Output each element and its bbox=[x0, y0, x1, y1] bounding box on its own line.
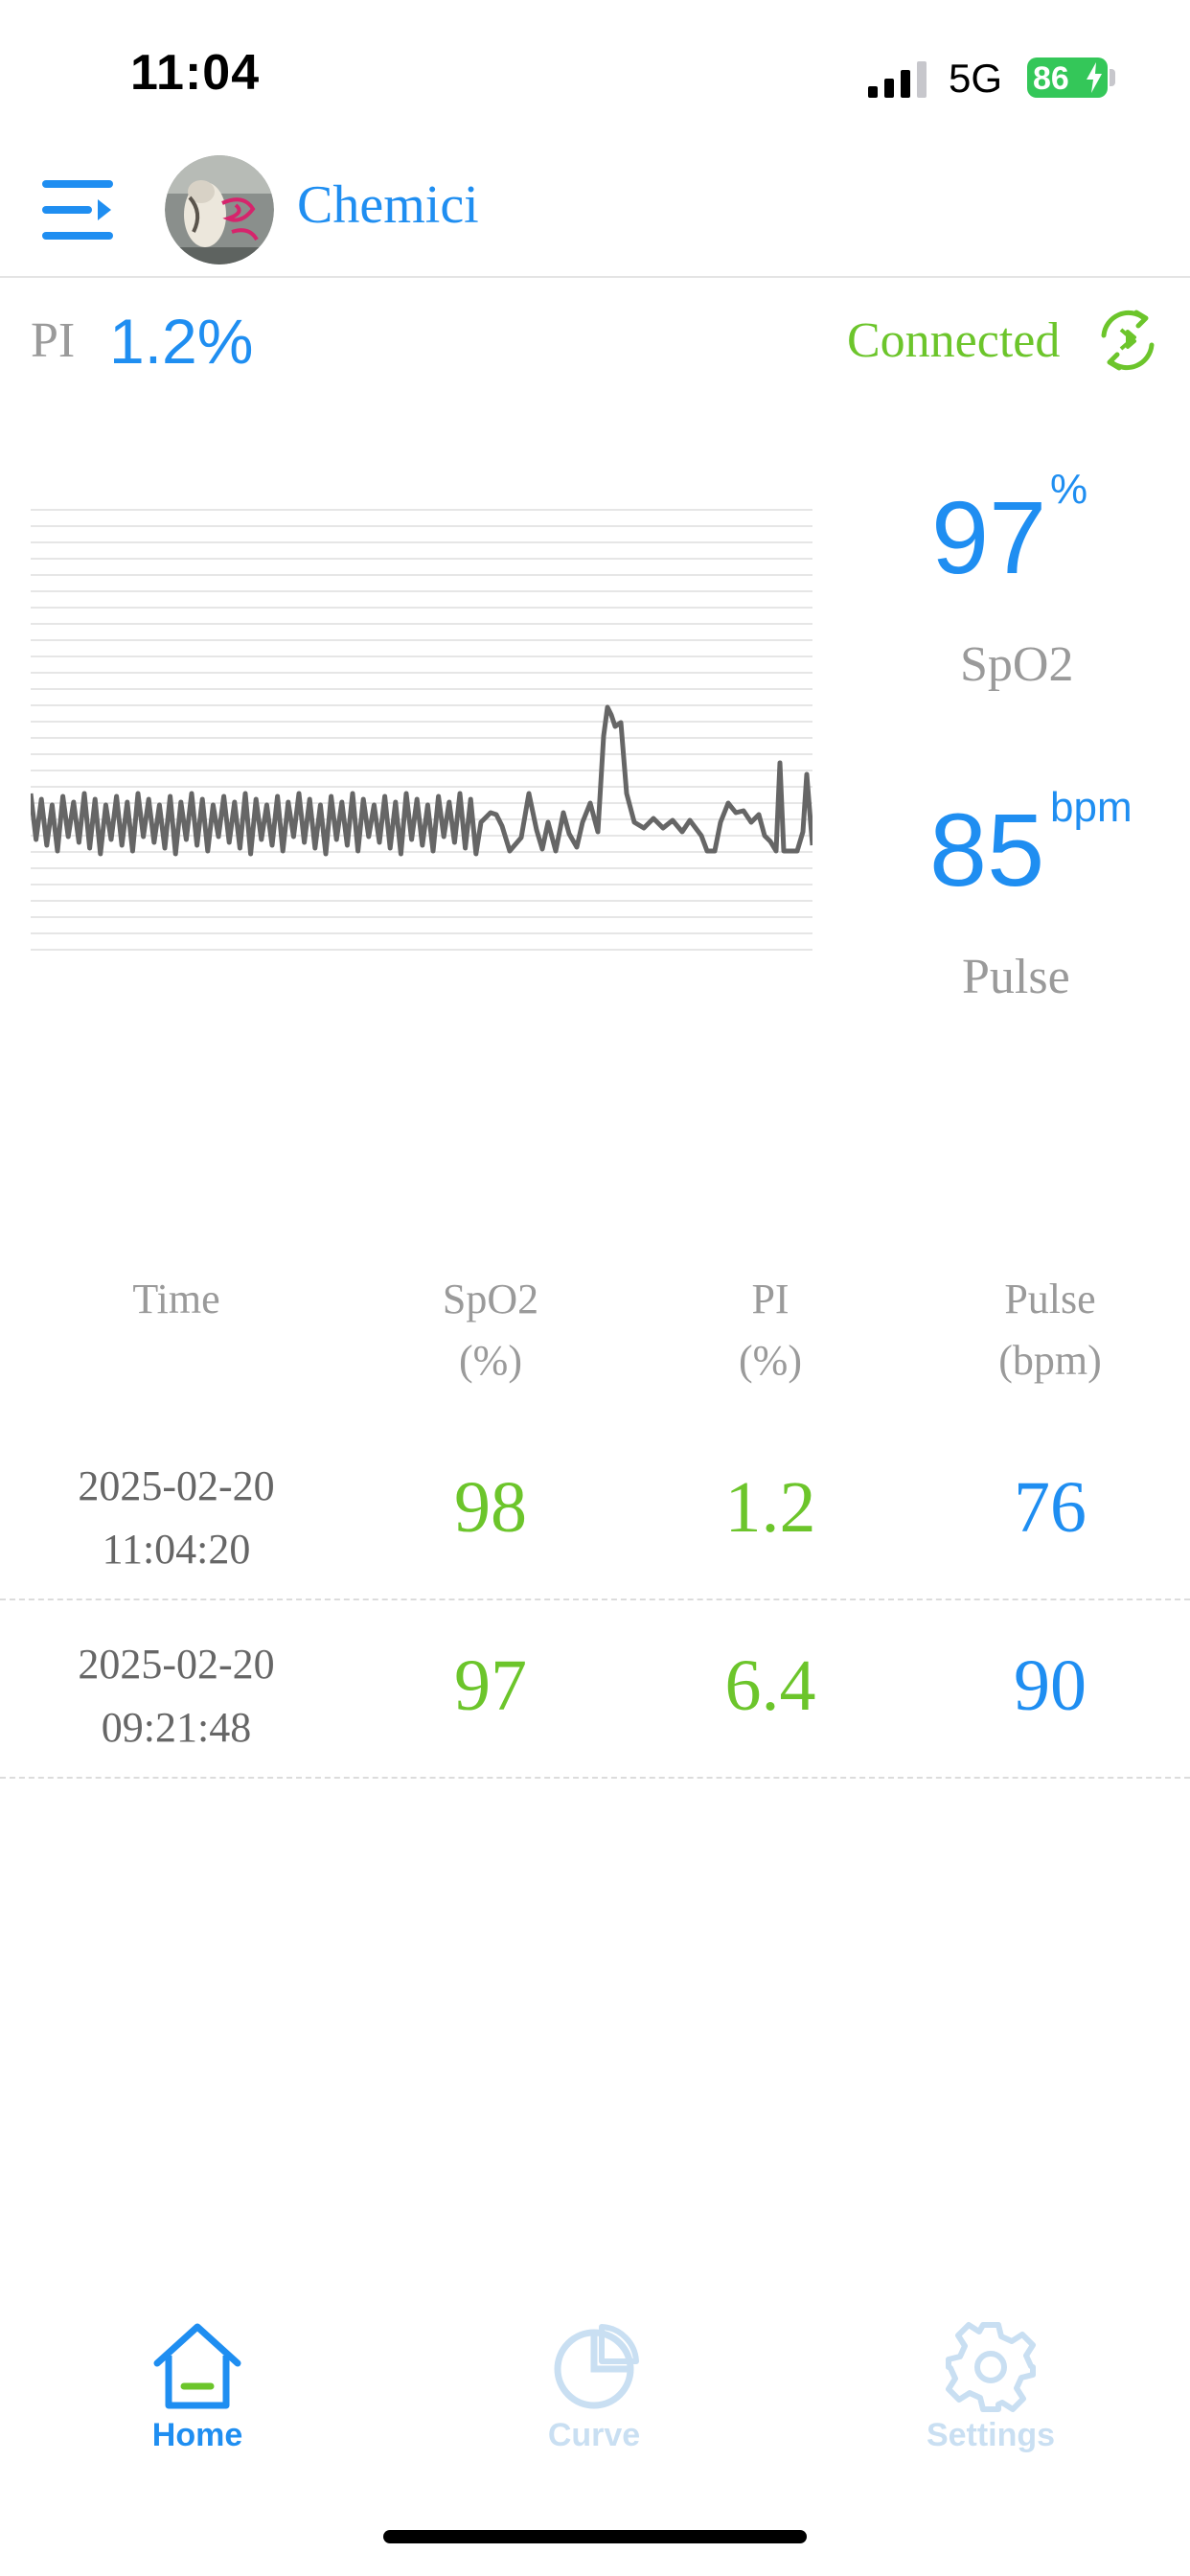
row-divider bbox=[0, 1598, 1190, 1600]
row-clock: 09:21:48 bbox=[101, 1704, 252, 1751]
row-time: 2025-02-20 09:21:48 bbox=[33, 1633, 320, 1760]
home-indicator bbox=[383, 2530, 807, 2543]
home-icon bbox=[153, 2323, 241, 2409]
column-header-title: PI bbox=[751, 1276, 790, 1322]
header-divider bbox=[0, 276, 1190, 278]
pie-chart-icon bbox=[554, 2324, 639, 2409]
waveform-trace bbox=[31, 704, 812, 857]
spo2-label: SpO2 bbox=[960, 637, 1074, 692]
pleth-waveform bbox=[31, 509, 812, 951]
spo2-unit: % bbox=[1050, 466, 1088, 513]
column-header-spo2: SpO2 (%) bbox=[376, 1269, 606, 1392]
spo2-value: 97 bbox=[931, 479, 1047, 595]
row-date: 2025-02-20 bbox=[78, 1462, 275, 1509]
column-header-unit: (%) bbox=[739, 1337, 802, 1384]
row-pulse: 90 bbox=[1014, 1645, 1087, 1726]
pulse-value: 85 bbox=[929, 792, 1045, 908]
row-spo2: 97 bbox=[454, 1645, 527, 1726]
column-header-unit: (bpm) bbox=[998, 1337, 1102, 1384]
menu-icon[interactable] bbox=[42, 176, 115, 243]
gear-icon bbox=[946, 2322, 1036, 2412]
connection-status: Connected bbox=[847, 313, 1061, 368]
charging-bolt-icon bbox=[1087, 62, 1102, 93]
battery-icon: 86 bbox=[1027, 58, 1108, 98]
row-clock: 11:04:20 bbox=[102, 1526, 251, 1573]
column-header-title: Pulse bbox=[1004, 1276, 1096, 1322]
column-header-unit: (%) bbox=[459, 1337, 522, 1384]
tab-label: Settings bbox=[926, 2417, 1056, 2453]
status-time: 11:04 bbox=[130, 45, 261, 101]
username: Chemici bbox=[297, 175, 479, 235]
row-divider bbox=[0, 1777, 1190, 1779]
signal-icon bbox=[868, 61, 927, 98]
row-pulse: 76 bbox=[1014, 1467, 1087, 1548]
column-header-pi: PI (%) bbox=[655, 1269, 885, 1392]
column-header-title: Time bbox=[132, 1276, 220, 1322]
row-pi: 6.4 bbox=[724, 1645, 816, 1726]
network-type: 5G bbox=[949, 56, 1003, 101]
column-header-title: SpO2 bbox=[442, 1276, 539, 1322]
avatar[interactable] bbox=[165, 155, 274, 264]
pulse-label: Pulse bbox=[962, 950, 1070, 1004]
row-pi: 1.2 bbox=[724, 1467, 816, 1548]
tab-label: Curve bbox=[547, 2417, 641, 2453]
pi-label: PI bbox=[31, 313, 76, 368]
row-date: 2025-02-20 bbox=[78, 1641, 275, 1688]
row-time: 2025-02-20 11:04:20 bbox=[33, 1455, 320, 1581]
column-header-pulse: Pulse (bpm) bbox=[935, 1269, 1165, 1392]
battery-level: 86 bbox=[1033, 60, 1069, 97]
tab-label: Home bbox=[151, 2417, 243, 2453]
pulse-unit: bpm bbox=[1050, 784, 1133, 831]
waveform-grid bbox=[31, 509, 812, 951]
row-spo2: 98 bbox=[454, 1467, 527, 1548]
battery-cap bbox=[1110, 69, 1115, 86]
pi-value: 1.2% bbox=[109, 306, 254, 377]
column-header-time: Time bbox=[61, 1269, 291, 1330]
bluetooth-link-icon[interactable] bbox=[1094, 307, 1161, 374]
